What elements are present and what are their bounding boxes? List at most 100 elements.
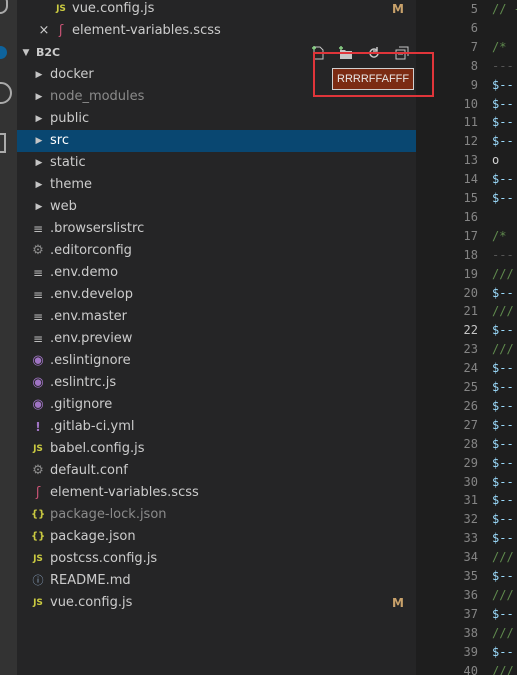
line-number: 38	[463, 625, 478, 640]
file-item[interactable]: ≡ .env.develop	[17, 284, 416, 306]
file-label: default.conf	[50, 463, 128, 478]
file-label: package-lock.json	[50, 507, 167, 522]
notification-badge	[0, 46, 7, 59]
folder-label: src	[50, 133, 69, 148]
line-number: 26	[463, 398, 478, 413]
line-number: 5	[470, 2, 478, 16]
line-number: 19	[463, 266, 478, 281]
file-item[interactable]: {} package.json	[17, 526, 416, 548]
close-icon[interactable]: ×	[37, 20, 51, 42]
line-number: 30	[463, 474, 478, 489]
code-line: /*	[492, 228, 507, 243]
file-label: .browserslistrc	[50, 221, 145, 236]
file-item[interactable]: {} package-lock.json	[17, 504, 416, 526]
line-number: 17	[463, 228, 478, 243]
file-label: .gitlab-ci.yml	[50, 419, 135, 434]
file-item[interactable]: JS postcss.config.js	[17, 548, 416, 570]
code-line: ///	[492, 304, 514, 319]
open-editor-label: element-variables.scss	[72, 23, 221, 38]
code-line: $--	[492, 531, 514, 546]
file-label: package.json	[50, 529, 136, 544]
line-number: 6	[470, 20, 478, 35]
folder-item[interactable]: ▶ static	[17, 152, 416, 174]
code-line: ///	[492, 587, 514, 602]
close-icon[interactable]	[37, 0, 51, 20]
file-item[interactable]: JS vue.config.js M	[17, 592, 416, 614]
line-number: 15	[463, 191, 478, 205]
file-label: .eslintignore	[50, 353, 131, 368]
code-line: $--	[492, 417, 514, 432]
folder-item[interactable]: ▶ theme	[17, 174, 416, 196]
folder-label: public	[50, 111, 90, 126]
code-line: $--	[492, 512, 514, 527]
files-icon[interactable]	[0, 0, 8, 14]
file-item[interactable]: ≡ .env.demo	[17, 262, 416, 284]
file-item[interactable]: ◉ .eslintrc.js	[17, 372, 416, 394]
js-file-icon: JS	[33, 554, 43, 564]
extensions-icon[interactable]	[0, 133, 6, 153]
folder-item[interactable]: ▶ web	[17, 196, 416, 218]
text-file-icon: ≡	[32, 332, 44, 346]
file-item[interactable]: ≡ .browserslistrc	[17, 218, 416, 240]
file-item[interactable]: ⓘ README.md	[17, 570, 416, 592]
code-line: $--	[492, 455, 514, 470]
line-number: 18	[463, 247, 478, 262]
file-label: .env.develop	[50, 287, 133, 302]
chevron-right-icon: ▶	[35, 158, 43, 168]
file-label: README.md	[50, 573, 131, 588]
code-line: $--	[492, 380, 514, 394]
file-item[interactable]: ⚙ .editorconfig	[17, 240, 416, 262]
code-line: ---	[492, 247, 514, 262]
folder-label: node_modules	[50, 89, 145, 104]
chevron-right-icon: ▶	[35, 70, 43, 80]
code-line: $--	[492, 398, 514, 413]
line-number: 13	[463, 153, 478, 168]
line-number: 12	[463, 134, 478, 149]
folder-item[interactable]: ▶ public	[17, 108, 416, 130]
activity-bar	[0, 0, 17, 675]
file-item[interactable]: ◉ .eslintignore	[17, 350, 416, 372]
chevron-down-icon: ▼	[22, 48, 30, 58]
code-line: $--	[492, 134, 514, 149]
line-number: 25	[463, 380, 478, 394]
open-editor-item[interactable]: JS vue.config.js M	[17, 0, 416, 20]
debug-icon[interactable]	[0, 82, 12, 104]
file-item[interactable]: ≡ .env.preview	[17, 328, 416, 350]
line-number: 32	[463, 512, 478, 527]
code-editor[interactable]: 5 6 7 8 9 10 11 12 13 14 15 16 17 18 19 20 21 22 23 24 25 26 2…	[416, 0, 517, 675]
file-label: .editorconfig	[50, 243, 132, 258]
gear-icon: ⚙	[32, 243, 44, 258]
code-line: // -	[492, 2, 517, 16]
line-number: 29	[463, 455, 478, 470]
file-item[interactable]: ≡ .env.master	[17, 306, 416, 328]
file-item[interactable]: ◉ .gitignore	[17, 394, 416, 416]
open-editor-label: vue.config.js	[72, 1, 155, 16]
code-line: $--	[492, 606, 514, 621]
chevron-right-icon: ▶	[35, 202, 43, 212]
js-file-icon: JS	[33, 598, 43, 608]
code-line: ///	[492, 266, 514, 281]
modified-badge: M	[392, 596, 404, 610]
file-label: .eslintrc.js	[50, 375, 117, 390]
open-editor-item[interactable]: × ʃ element-variables.scss	[17, 20, 416, 42]
file-label: babel.config.js	[50, 441, 145, 456]
tooltip: RRRRFFAFFF	[332, 68, 415, 90]
file-item[interactable]: ⚙ default.conf	[17, 460, 416, 482]
line-number: 11	[463, 115, 478, 130]
file-item[interactable]: JS babel.config.js	[17, 438, 416, 460]
line-number: 14	[463, 172, 478, 187]
file-label: .env.demo	[50, 265, 119, 280]
line-number: 27	[463, 417, 478, 432]
file-item[interactable]: ! .gitlab-ci.yml	[17, 416, 416, 438]
chevron-right-icon: ▶	[35, 114, 43, 124]
json-file-icon: {}	[31, 509, 46, 520]
file-item[interactable]: ʃ element-variables.scss	[17, 482, 416, 504]
file-label: postcss.config.js	[50, 551, 158, 566]
line-number: 36	[463, 587, 478, 602]
eslint-icon: ◉	[32, 375, 44, 390]
code-line: $--	[492, 191, 514, 205]
folder-item[interactable]: ▶ src	[17, 130, 416, 152]
yaml-file-icon: !	[35, 420, 41, 434]
code-line: $--	[492, 569, 514, 583]
line-number: 34	[463, 550, 478, 565]
